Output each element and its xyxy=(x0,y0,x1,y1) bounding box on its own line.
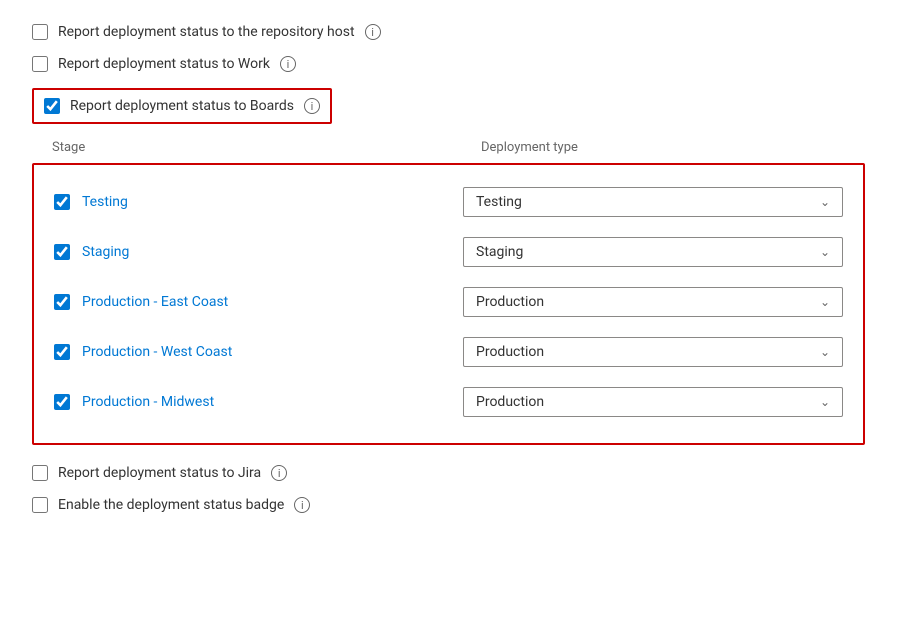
badge-info-icon[interactable]: i xyxy=(294,497,310,513)
boards-label: Report deployment status to Boards xyxy=(70,98,294,114)
stage-row: Testing Testing ⌄ xyxy=(50,177,847,227)
stage-name-east-coast: Production - East Coast xyxy=(82,294,451,310)
work-checkbox[interactable] xyxy=(32,56,48,72)
work-info-icon[interactable]: i xyxy=(280,56,296,72)
chevron-down-icon: ⌄ xyxy=(820,345,830,359)
stage-dropdown-value-staging: Staging xyxy=(476,244,523,260)
stage-dropdown-testing[interactable]: Testing ⌄ xyxy=(463,187,843,217)
jira-info-icon[interactable]: i xyxy=(271,465,287,481)
stage-table: Testing Testing ⌄ Staging Staging ⌄ Prod… xyxy=(32,163,865,445)
work-row: Report deployment status to Work i xyxy=(32,56,865,72)
boards-row: Report deployment status to Boards i xyxy=(32,88,332,124)
stage-dropdown-staging[interactable]: Staging ⌄ xyxy=(463,237,843,267)
stage-row: Staging Staging ⌄ xyxy=(50,227,847,277)
stage-dropdown-east-coast[interactable]: Production ⌄ xyxy=(463,287,843,317)
stage-dropdown-value-midwest: Production xyxy=(476,394,544,410)
boards-info-icon[interactable]: i xyxy=(304,98,320,114)
stage-name-testing: Testing xyxy=(82,194,451,210)
badge-checkbox[interactable] xyxy=(32,497,48,513)
chevron-down-icon: ⌄ xyxy=(820,395,830,409)
stage-row: Production - West Coast Production ⌄ xyxy=(50,327,847,377)
chevron-down-icon: ⌄ xyxy=(820,195,830,209)
chevron-down-icon: ⌄ xyxy=(820,295,830,309)
jira-label: Report deployment status to Jira xyxy=(58,465,261,481)
stage-row: Production - East Coast Production ⌄ xyxy=(50,277,847,327)
stage-checkbox-testing[interactable] xyxy=(54,194,70,210)
stage-dropdown-value-east-coast: Production xyxy=(476,294,544,310)
stage-dropdown-value-west-coast: Production xyxy=(476,344,544,360)
stage-dropdown-midwest[interactable]: Production ⌄ xyxy=(463,387,843,417)
stage-checkbox-staging[interactable] xyxy=(54,244,70,260)
stage-checkbox-midwest[interactable] xyxy=(54,394,70,410)
repo-host-label: Report deployment status to the reposito… xyxy=(58,24,355,40)
stage-checkbox-west-coast[interactable] xyxy=(54,344,70,360)
type-column-header: Deployment type xyxy=(481,140,861,155)
boards-row-wrap: Report deployment status to Boards i xyxy=(32,88,865,124)
boards-checkbox[interactable] xyxy=(44,98,60,114)
stage-name-staging: Staging xyxy=(82,244,451,260)
stage-checkbox-east-coast[interactable] xyxy=(54,294,70,310)
stage-dropdown-west-coast[interactable]: Production ⌄ xyxy=(463,337,843,367)
chevron-down-icon: ⌄ xyxy=(820,245,830,259)
repo-host-info-icon[interactable]: i xyxy=(365,24,381,40)
work-label: Report deployment status to Work xyxy=(58,56,270,72)
repo-host-checkbox[interactable] xyxy=(32,24,48,40)
repo-host-row: Report deployment status to the reposito… xyxy=(32,24,865,40)
badge-label: Enable the deployment status badge xyxy=(58,497,284,513)
stage-name-midwest: Production - Midwest xyxy=(82,394,451,410)
jira-checkbox[interactable] xyxy=(32,465,48,481)
badge-row: Enable the deployment status badge i xyxy=(32,497,865,513)
stage-row: Production - Midwest Production ⌄ xyxy=(50,377,847,427)
stage-name-west-coast: Production - West Coast xyxy=(82,344,451,360)
stage-dropdown-value-testing: Testing xyxy=(476,194,522,210)
stage-column-header: Stage xyxy=(52,140,469,155)
jira-row: Report deployment status to Jira i xyxy=(32,465,865,481)
